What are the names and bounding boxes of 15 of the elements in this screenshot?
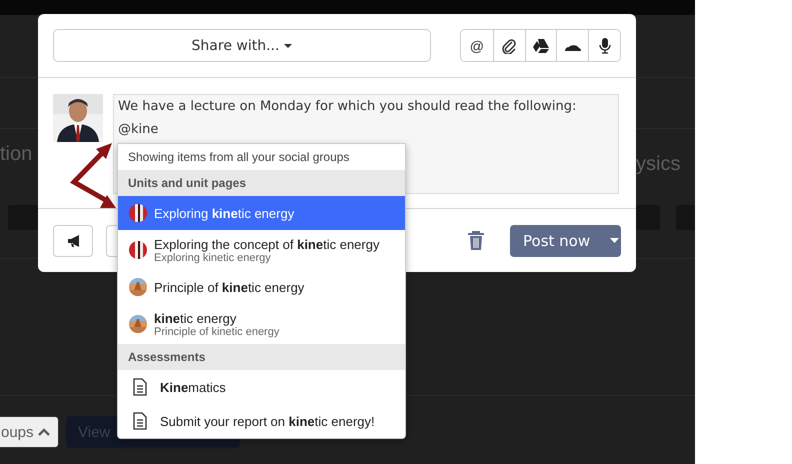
item-title: Principle of kinetic energy	[154, 280, 304, 294]
message-line: We have a lecture on Monday for which you should read the following:	[118, 99, 578, 114]
section-heading: tion	[0, 143, 32, 166]
item-subtitle: Principle of kinetic energy	[154, 326, 280, 338]
group-header: Units and unit pages	[118, 170, 405, 196]
group-header: Assessments	[118, 344, 405, 370]
menu-hint: Showing items from all your social groups	[127, 149, 350, 166]
item-title: Submit your report on kinetic energy!	[160, 414, 375, 428]
message-line: @kine	[118, 122, 160, 137]
item-title: Exploring the concept of kinetic energy	[154, 236, 380, 252]
item-title: kinetic energy	[154, 310, 238, 326]
item-subtitle: Exploring kinetic energy	[154, 252, 271, 264]
section-heading: ysics	[636, 153, 680, 176]
item-title: Exploring kinetic energy	[154, 206, 294, 220]
item-title: Kinematics	[160, 380, 226, 394]
